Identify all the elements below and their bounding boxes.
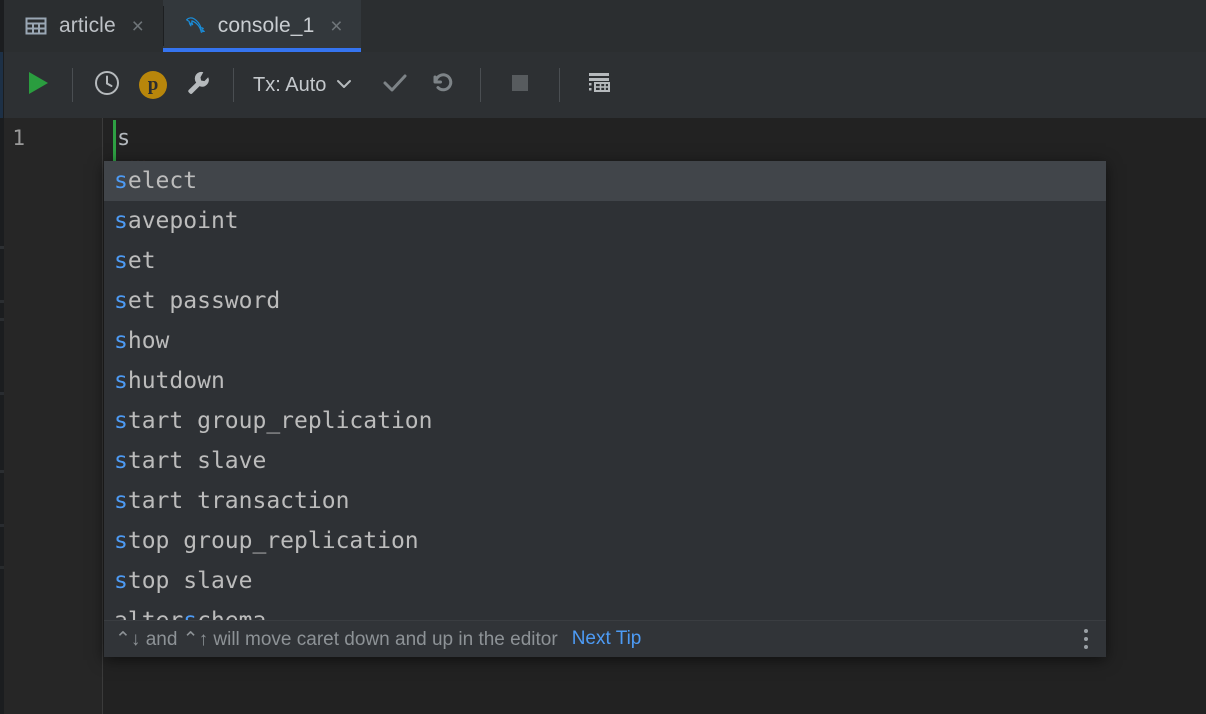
wrench-icon (186, 70, 212, 101)
editor-tab-bar: article × console_1 × (0, 0, 1206, 52)
strip-marker (0, 566, 4, 569)
chevron-down-icon (335, 74, 353, 97)
caret (113, 120, 116, 165)
strip-marker (0, 318, 4, 321)
completion-item-text: avepoint (128, 208, 239, 234)
line-number: 1 (12, 126, 25, 150)
completion-item-text: how (128, 328, 170, 354)
completion-item-text: elect (128, 168, 197, 194)
completion-item-match: s (114, 168, 128, 194)
mysql-dolphin-icon (183, 14, 207, 38)
completion-item[interactable]: shutdown (104, 361, 1106, 401)
completion-item-match: s (114, 208, 128, 234)
sql-console-window: article × console_1 × (0, 0, 1206, 714)
tab-article-label: article (59, 14, 116, 38)
tab-separator (163, 6, 164, 46)
clock-icon (93, 69, 121, 102)
p-circle-icon: p (139, 71, 167, 99)
check-icon (381, 70, 409, 101)
completion-item-match: s (114, 248, 128, 274)
completion-item-text: hutdown (128, 368, 225, 394)
commit-button[interactable] (372, 62, 418, 108)
completion-item-text: chema (197, 608, 266, 620)
strip-marker (0, 392, 4, 395)
active-tab-edge-indicator (0, 52, 3, 118)
strip-marker (0, 300, 4, 303)
completion-item[interactable]: start slave (104, 441, 1106, 481)
completion-item-match: s (114, 408, 128, 434)
completion-item-text: top group_replication (128, 528, 419, 554)
completion-list[interactable]: selectsavepointsetset passwordshowshutdo… (104, 161, 1106, 620)
editor-text: s (117, 126, 130, 151)
strip-marker (0, 246, 4, 249)
active-tab-underline (163, 48, 362, 52)
completion-item-match: s (183, 608, 197, 620)
profile-badge-button[interactable]: p (130, 62, 176, 108)
table-grid-icon (585, 70, 613, 101)
play-icon (25, 69, 51, 102)
table-icon (24, 14, 48, 38)
completion-item[interactable]: start group_replication (104, 401, 1106, 441)
completion-item-text: et (128, 248, 156, 274)
console-toolbar: p Tx: Auto (4, 52, 1206, 118)
completion-item[interactable]: alter schema (104, 601, 1106, 620)
completion-item-text: tart group_replication (128, 408, 433, 434)
editor-gutter[interactable]: 1 (4, 118, 103, 714)
completion-item[interactable]: select (104, 161, 1106, 201)
tab-console-1-close-icon[interactable]: × (325, 15, 347, 37)
completion-item-text: tart slave (128, 448, 266, 474)
completion-item-text: top slave (128, 568, 253, 594)
completion-item-match: s (114, 368, 128, 394)
completion-item[interactable]: stop slave (104, 561, 1106, 601)
completion-item-match: s (114, 528, 128, 554)
completion-item[interactable]: stop group_replication (104, 521, 1106, 561)
toolbar-divider (480, 68, 481, 102)
stop-button[interactable] (497, 62, 543, 108)
completion-item[interactable]: set (104, 241, 1106, 281)
tab-console-1[interactable]: console_1 × (163, 0, 362, 52)
completion-item-match: s (114, 328, 128, 354)
toolbar-divider (233, 68, 234, 102)
kebab-menu-icon[interactable] (1079, 625, 1093, 653)
next-tip-link[interactable]: Next Tip (572, 628, 642, 650)
completion-item-text: et password (128, 288, 280, 314)
toolbar-divider (72, 68, 73, 102)
completion-item[interactable]: savepoint (104, 201, 1106, 241)
completion-item-match: s (114, 448, 128, 474)
tab-article-close-icon[interactable]: × (127, 15, 149, 37)
undo-icon (427, 70, 455, 101)
completion-tip-bar: ⌃↓ and ⌃↑ will move caret down and up in… (104, 621, 1106, 657)
completion-item-text: alter (114, 608, 183, 620)
tab-console-1-label: console_1 (218, 14, 315, 38)
left-marker-strip[interactable] (0, 0, 4, 714)
strip-marker (0, 524, 4, 527)
completion-item-match: s (114, 488, 128, 514)
tip-text: ⌃↓ and ⌃↑ will move caret down and up in… (115, 628, 558, 651)
completion-item[interactable]: show (104, 321, 1106, 361)
tx-mode-selector[interactable]: Tx: Auto (253, 74, 353, 97)
execute-button[interactable] (15, 62, 61, 108)
gutter-divider (102, 118, 103, 714)
strip-marker (0, 470, 4, 473)
completion-item-match: s (114, 288, 128, 314)
stop-square-icon (508, 71, 532, 100)
toolbar-divider (559, 68, 560, 102)
history-button[interactable] (84, 62, 130, 108)
tab-article[interactable]: article × (4, 0, 163, 52)
tx-mode-label: Tx: Auto (253, 74, 326, 97)
completion-item-match: s (114, 568, 128, 594)
data-view-button[interactable] (576, 62, 622, 108)
completion-item[interactable]: start transaction (104, 481, 1106, 521)
completion-item[interactable]: set password (104, 281, 1106, 321)
code-completion-popup[interactable]: selectsavepointsetset passwordshowshutdo… (104, 161, 1106, 657)
rollback-button[interactable] (418, 62, 464, 108)
settings-button[interactable] (176, 62, 222, 108)
completion-item-text: tart transaction (128, 488, 350, 514)
